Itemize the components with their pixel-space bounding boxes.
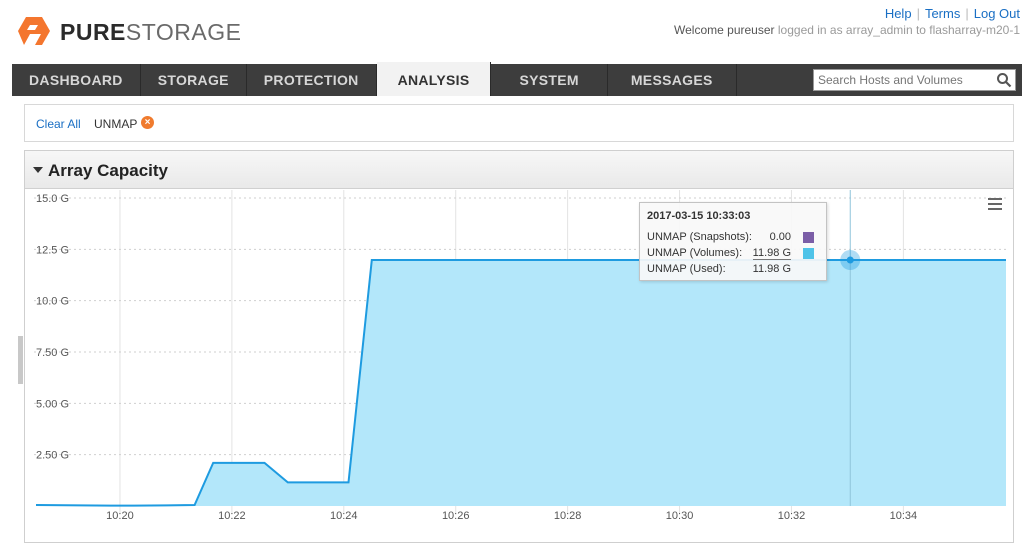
x-tick-label: 10:22 — [218, 510, 246, 522]
highlight-point — [846, 256, 854, 264]
x-tick-label: 10:26 — [442, 510, 470, 522]
y-tick-label: 2.50 G — [36, 450, 69, 462]
series-area — [36, 260, 1006, 506]
x-tick-label: 10:20 — [106, 510, 134, 522]
y-tick-label: 7.50 G — [36, 347, 69, 359]
tooltip-label: UNMAP (Volumes): — [647, 247, 743, 259]
tooltip-value: 11.98 G — [752, 247, 791, 260]
x-tick-label: 10:32 — [778, 510, 806, 522]
tooltip-row-volumes: UNMAP (Volumes): 11.98 G — [647, 247, 821, 261]
x-tick-label: 10:30 — [666, 510, 694, 522]
y-tick-label: 12.5 G — [36, 244, 69, 256]
tooltip-time: 2017-03-15 10:33:03 — [647, 210, 751, 222]
snapshots-swatch — [803, 232, 814, 243]
volumes-swatch — [803, 248, 814, 259]
tooltip-row-used: UNMAP (Used): 11.98 G — [647, 263, 821, 277]
y-tick-label: 10.0 G — [36, 296, 69, 308]
tooltip-value: 0.00 — [769, 231, 791, 243]
tooltip-label: UNMAP (Snapshots): — [647, 231, 752, 243]
tooltip-value: 11.98 G — [752, 263, 791, 275]
x-tick-label: 10:24 — [330, 510, 358, 522]
chart-tooltip: 2017-03-15 10:33:03 UNMAP (Snapshots): 0… — [639, 202, 827, 281]
x-tick-label: 10:28 — [554, 510, 582, 522]
y-tick-label: 15.0 G — [36, 193, 69, 205]
tooltip-label: UNMAP (Used): — [647, 263, 726, 275]
y-tick-label: 5.00 G — [36, 398, 69, 410]
capacity-chart: 15.0 G 12.5 G 10.0 G 7.50 G 5.00 G 2.50 G 10:2… — [34, 190, 1006, 522]
tooltip-row-snapshots: UNMAP (Snapshots): 0.00 — [647, 231, 821, 245]
chart-menu-icon[interactable] — [988, 198, 1002, 211]
x-tick-label: 10:34 — [890, 510, 918, 522]
